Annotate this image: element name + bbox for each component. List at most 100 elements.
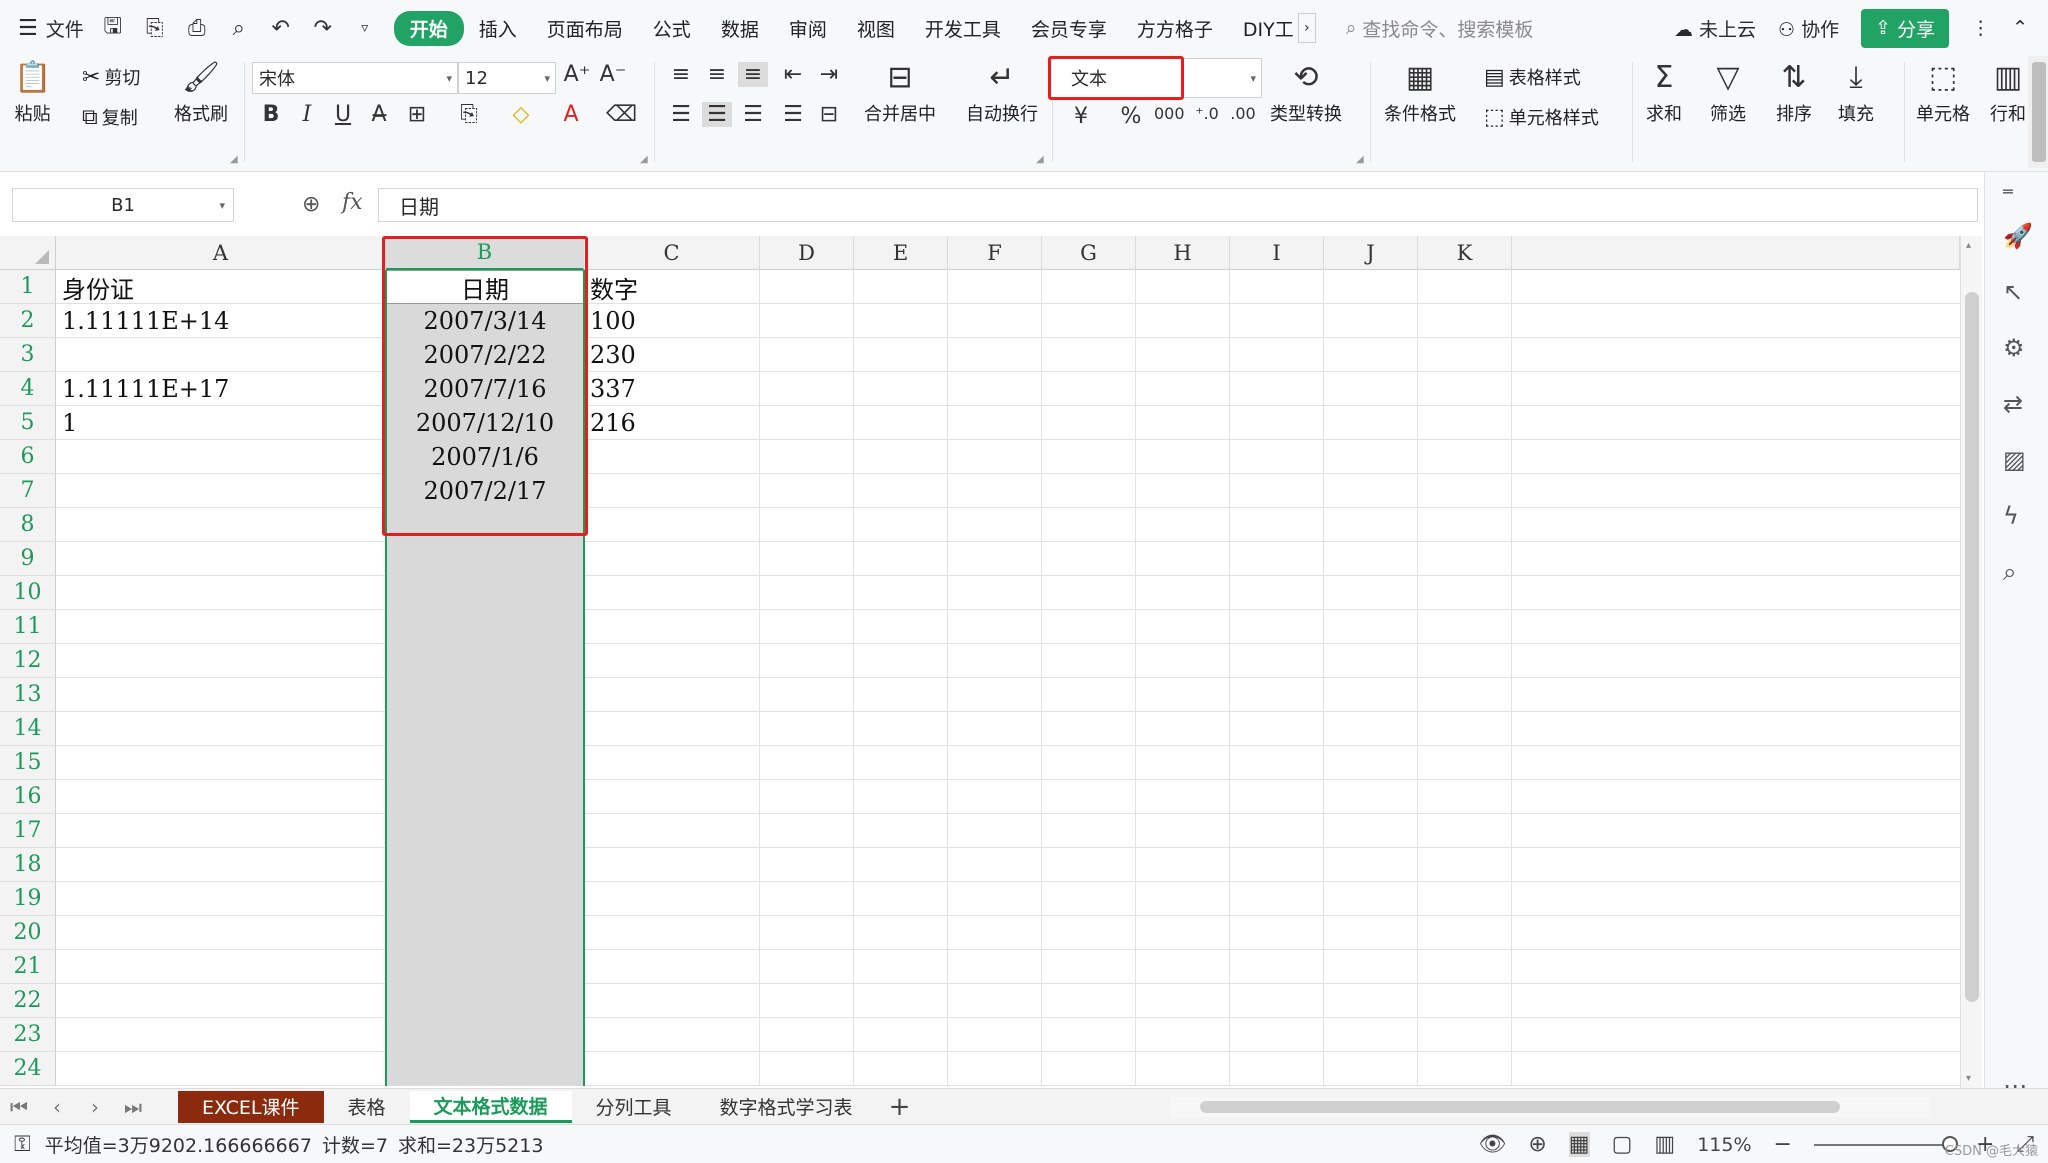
tab-developer[interactable]: 开发工具 <box>910 9 1016 48</box>
cell-b4[interactable]: 2007/7/16 <box>386 372 584 406</box>
prev-sheet-icon[interactable]: ‹ <box>38 1095 76 1119</box>
conditional-format-button[interactable]: ▦ 条件格式 <box>1384 60 1456 126</box>
column-header-h[interactable]: H <box>1136 236 1230 270</box>
row-header[interactable]: 15 <box>0 746 56 780</box>
justify-icon[interactable]: ☰ <box>778 102 808 127</box>
number-format-select[interactable]: 文本 ▾ <box>1050 58 1262 98</box>
cell-a5[interactable]: 1 <box>56 406 386 440</box>
clear-format-icon[interactable]: ⌫ <box>606 102 637 127</box>
tab-page-layout[interactable]: 页面布局 <box>532 9 638 48</box>
book-search-icon[interactable]: ⌕ <box>2003 558 2016 586</box>
column-header-a[interactable]: A <box>56 236 386 270</box>
cell-c2[interactable]: 100 <box>584 304 760 338</box>
cell-b7[interactable]: 2007/2/17 <box>386 474 584 508</box>
row-header[interactable]: 6 <box>0 440 56 474</box>
ribbon-scrollbar[interactable] <box>2028 56 2048 168</box>
align-top-icon[interactable]: ≡ <box>666 62 696 87</box>
row-header[interactable]: 24 <box>0 1052 56 1086</box>
adjust-icon[interactable]: ⚙ <box>2003 334 2025 362</box>
row-header[interactable]: 4 <box>0 372 56 406</box>
merge-center-button[interactable]: ⊟ 合并居中 <box>864 60 936 126</box>
column-header-d[interactable]: D <box>760 236 854 270</box>
sheet-tab-number-format[interactable]: 数字格式学习表 <box>696 1091 877 1123</box>
paste-button[interactable]: 📋 粘贴 <box>14 60 51 126</box>
undo-icon[interactable]: ↶ <box>266 16 296 41</box>
ribbon-scroll-thumb[interactable] <box>2032 62 2046 162</box>
rocket-icon[interactable]: 🚀 <box>2003 222 2033 250</box>
clipboard-launcher-icon[interactable]: ◢ <box>230 154 238 165</box>
cell-b6[interactable]: 2007/1/6 <box>386 440 584 474</box>
vertical-scroll-thumb[interactable] <box>1965 292 1979 1002</box>
thousands-icon[interactable]: 000 <box>1154 104 1185 123</box>
sort-button[interactable]: ⇅ 排序 <box>1776 60 1812 126</box>
font-color-icon[interactable]: A <box>556 102 586 127</box>
scroll-down-icon[interactable]: ▾ <box>1966 1073 1971 1084</box>
page-break-view-icon[interactable]: ▥ <box>1654 1132 1675 1157</box>
collapse-ribbon-icon[interactable]: ⌃ <box>2012 17 2028 39</box>
page-layout-view-icon[interactable]: ▢ <box>1612 1132 1633 1157</box>
normal-view-icon[interactable]: ▦ <box>1568 1132 1590 1157</box>
cell-b2[interactable]: 2007/3/14 <box>386 304 584 338</box>
pointer-icon[interactable]: ↖ <box>2003 278 2023 306</box>
tab-insert[interactable]: 插入 <box>464 9 532 48</box>
row-header[interactable]: 23 <box>0 1018 56 1052</box>
vertical-scrollbar[interactable]: ▴ ▾ <box>1960 236 1982 1088</box>
row-header[interactable]: 22 <box>0 984 56 1018</box>
sheet-tab-excel-course[interactable]: EXCEL课件 <box>178 1090 324 1123</box>
row-header[interactable]: 8 <box>0 508 56 542</box>
first-sheet-icon[interactable]: ⏮ <box>0 1095 38 1119</box>
alignment-launcher-icon[interactable]: ◢ <box>1036 154 1044 165</box>
spreadsheet-grid[interactable]: ABCDEFGHIJK 1 2 3 4 5 6 7 8 9 10 11 12 13 14 15 16 17 18 1… <box>0 236 1960 1088</box>
copy-button[interactable]: ⧉ 复制 <box>82 104 138 130</box>
increase-decimal-icon[interactable]: ⁺.0 <box>1192 104 1222 123</box>
border-icon[interactable]: ⊞ <box>402 102 432 127</box>
row-header[interactable]: 14 <box>0 712 56 746</box>
tab-home[interactable]: 开始 <box>393 10 464 46</box>
cell-a1[interactable]: 身份证 <box>56 270 386 304</box>
redo-icon[interactable]: ↷ <box>308 16 338 41</box>
row-header[interactable]: 16 <box>0 780 56 814</box>
column-header-j[interactable]: J <box>1324 236 1418 270</box>
row-header[interactable]: 1 <box>0 270 56 304</box>
row-header[interactable]: 10 <box>0 576 56 610</box>
next-sheet-icon[interactable]: › <box>76 1095 114 1119</box>
cell-c1[interactable]: 数字 <box>584 270 760 304</box>
cell-a3[interactable] <box>56 338 386 372</box>
row-header[interactable]: 13 <box>0 678 56 712</box>
cell-button[interactable]: ⬚ 单元格 <box>1916 60 1970 126</box>
cell-c4[interactable]: 337 <box>584 372 760 406</box>
special-format-icon[interactable]: ⎘ <box>454 102 484 127</box>
formula-input[interactable]: 日期 <box>378 188 1978 222</box>
cut-button[interactable]: ✂ 剪切 <box>82 64 140 90</box>
row-header[interactable]: 7 <box>0 474 56 508</box>
sum-button[interactable]: Σ 求和 <box>1646 60 1682 126</box>
column-header-b[interactable]: B <box>386 236 584 270</box>
tab-view[interactable]: 视图 <box>842 9 910 48</box>
sheet-tab-split-tool[interactable]: 分列工具 <box>572 1091 696 1123</box>
cell-a2[interactable]: 1.11111E+14 <box>56 304 386 338</box>
customize-dropdown-icon[interactable]: ▿ <box>350 20 380 36</box>
column-header-i[interactable]: I <box>1230 236 1324 270</box>
type-convert-button[interactable]: ⟲ 类型转换 <box>1270 60 1342 126</box>
share-button[interactable]: ⇪ 分享 <box>1861 8 1950 48</box>
align-center-icon[interactable]: ☰ <box>702 102 732 127</box>
zoom-level[interactable]: 115% <box>1697 1134 1751 1156</box>
align-right-icon[interactable]: ☰ <box>738 102 768 127</box>
cell-a4[interactable]: 1.11111E+17 <box>56 372 386 406</box>
decrease-indent-icon[interactable]: ⇤ <box>778 62 808 87</box>
tab-data[interactable]: 数据 <box>706 9 774 48</box>
save-icon[interactable]: 🖫 <box>98 9 128 47</box>
column-header-k[interactable]: K <box>1418 236 1512 270</box>
sheet-tab-table[interactable]: 表格 <box>324 1091 410 1123</box>
fx-icon[interactable]: fx <box>342 190 363 215</box>
align-left-icon[interactable]: ☰ <box>666 102 696 127</box>
cell-c3[interactable]: 230 <box>584 338 760 372</box>
distributed-icon[interactable]: ⊟ <box>814 102 844 127</box>
cell-b5[interactable]: 2007/12/10 <box>386 406 584 440</box>
cell-c5[interactable]: 216 <box>584 406 760 440</box>
macro-record-icon[interactable]: ⚿ <box>14 1132 31 1157</box>
decrease-font-icon[interactable]: A⁻ <box>598 62 628 87</box>
row-header[interactable]: 17 <box>0 814 56 848</box>
column-header-f[interactable]: F <box>948 236 1042 270</box>
tab-formulas[interactable]: 公式 <box>638 9 706 48</box>
